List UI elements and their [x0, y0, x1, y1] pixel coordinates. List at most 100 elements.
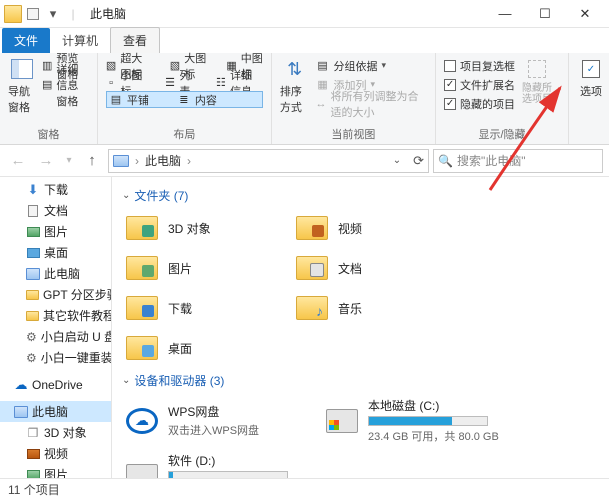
search-input[interactable]: 🔍 搜索"此电脑"	[433, 149, 603, 173]
address-bar: ← → ▾ ↑ › 此电脑 › ⌄ ⟳ 🔍 搜索"此电脑"	[0, 145, 609, 177]
hidden-items-toggle[interactable]: ✓隐藏的项目	[444, 95, 515, 112]
quick-access-toolbar: ▾ |	[4, 5, 82, 23]
folder-item[interactable]: 视频	[292, 208, 462, 248]
up-button[interactable]: ↑	[80, 149, 104, 173]
folder-item[interactable]: ♪音乐	[292, 288, 462, 328]
item-label: 下载	[168, 300, 192, 317]
item-label: 3D 对象	[168, 220, 211, 237]
folder-item[interactable]: 下载	[122, 288, 292, 328]
details-pane-button[interactable]: ▤详细信息窗格	[42, 76, 89, 93]
item-label: 视频	[338, 220, 362, 237]
folder-icon	[124, 292, 160, 324]
status-bar: 11 个项目	[0, 478, 609, 500]
group-label-show-hide: 显示/隐藏	[444, 124, 560, 142]
tree-label: 文档	[44, 202, 68, 219]
divider: |	[64, 5, 82, 23]
item-label: 桌面	[168, 340, 192, 357]
sidebar-item[interactable]: GPT 分区步骤	[0, 284, 111, 305]
tree-label: 图片	[44, 223, 68, 240]
navigation-pane-label: 导航窗格	[8, 83, 36, 115]
qat-dropdown-icon[interactable]: ▾	[44, 5, 62, 23]
cloud-icon: ☁	[124, 405, 160, 437]
hide-selected-button[interactable]: 隐藏所选项目	[521, 57, 553, 105]
group-label-layout: 布局	[106, 124, 263, 142]
folder-icon	[26, 288, 39, 302]
sidebar-item[interactable]: ⚙小白一键重装 Win10	[0, 347, 111, 368]
tab-file[interactable]: 文件	[2, 28, 50, 53]
address-field[interactable]: › 此电脑 › ⌄ ⟳	[108, 149, 429, 173]
properties-icon[interactable]	[24, 5, 42, 23]
sidebar-item[interactable]: 图片	[0, 221, 111, 242]
wps-drive-item[interactable]: ☁ WPS网盘双击进入WPS网盘	[122, 393, 322, 448]
folder-item[interactable]: 图片	[122, 248, 292, 288]
maximize-button[interactable]: ☐	[525, 0, 565, 28]
folder-icon	[294, 212, 330, 244]
drive-item[interactable]: 软件 (D:)154 GB 可用，共 158 GB	[122, 448, 322, 478]
navigation-pane-button[interactable]: 导航窗格	[8, 57, 36, 115]
item-label: WPS网盘	[168, 403, 320, 420]
item-sublabel: 23.4 GB 可用，共 80.0 GB	[368, 428, 520, 444]
sidebar-item[interactable]: 文档	[0, 200, 111, 221]
sidebar-item-this-pc[interactable]: 此电脑	[0, 401, 111, 422]
group-header-folders[interactable]: ⌄文件夹 (7)	[122, 187, 599, 204]
navigation-tree[interactable]: ⬇下载文档图片桌面此电脑GPT 分区步骤其它软件教程⚙小白启动 U 盘制作步⚙小…	[0, 177, 112, 478]
folder-item[interactable]: 3D 对象	[122, 208, 292, 248]
group-header-drives[interactable]: ⌄设备和驱动器 (3)	[122, 372, 599, 389]
sidebar-item[interactable]: ⚙小白启动 U 盘制作步	[0, 326, 111, 347]
item-sublabel: 双击进入WPS网盘	[168, 422, 320, 438]
item-label: 音乐	[338, 300, 362, 317]
tree-label: GPT 分区步骤	[43, 286, 112, 303]
sidebar-item[interactable]: ❒3D 对象	[0, 422, 111, 443]
capacity-bar	[368, 416, 488, 426]
sidebar-item[interactable]: 桌面	[0, 242, 111, 263]
item-label: 文档	[338, 260, 362, 277]
minimize-button[interactable]: —	[485, 0, 525, 28]
refresh-icon[interactable]: ⟳	[413, 153, 424, 169]
chevron-down-icon: ⌄	[122, 375, 130, 386]
cloud-icon: ☁	[14, 378, 28, 392]
pic-icon	[26, 468, 40, 479]
forward-button[interactable]: →	[34, 149, 58, 173]
item-label: 软件 (D:)	[168, 452, 320, 469]
sidebar-item[interactable]: ⬇下载	[0, 179, 111, 200]
sidebar-item[interactable]: 图片	[0, 464, 111, 478]
settings-icon: ⚙	[26, 351, 37, 365]
tree-label: 小白启动 U 盘制作步	[41, 328, 112, 345]
group-label-panes: 窗格	[8, 124, 89, 142]
item-label: 本地磁盘 (C:)	[368, 397, 520, 414]
file-extensions-toggle[interactable]: ✓文件扩展名	[444, 76, 515, 93]
chevron-right-icon[interactable]: ›	[135, 154, 139, 168]
chevron-down-icon: ⌄	[122, 190, 130, 201]
chevron-right-icon[interactable]: ›	[187, 154, 191, 168]
back-button[interactable]: ←	[6, 149, 30, 173]
search-icon: 🔍	[438, 154, 453, 168]
size-columns-button[interactable]: ↔将所有列调整为合适的大小	[316, 95, 427, 112]
sidebar-item[interactable]: 其它软件教程	[0, 305, 111, 326]
folder-item[interactable]: 桌面	[122, 328, 292, 368]
drive-icon	[124, 460, 160, 479]
window-title: 此电脑	[90, 5, 126, 22]
drive-item[interactable]: 本地磁盘 (C:) 23.4 GB 可用，共 80.0 GB	[322, 393, 522, 448]
capacity-bar	[168, 471, 288, 478]
folder-item[interactable]: 文档	[292, 248, 462, 288]
options-button[interactable]: ✓ 选项	[577, 57, 605, 99]
group-by-button[interactable]: ▤分组依据 ▾	[316, 57, 427, 74]
view-tiles[interactable]: ▤平铺 ≣内容	[106, 91, 263, 108]
content-pane[interactable]: ⌄文件夹 (7) 3D 对象 视频图片 文档下载 ♪音乐桌面 ⌄设备和驱动器 (3) ☁ WP…	[112, 177, 609, 478]
item-checkboxes-toggle[interactable]: 项目复选框	[444, 57, 515, 74]
desk-icon	[26, 246, 40, 260]
folder-icon	[4, 5, 22, 23]
sidebar-item[interactable]: 此电脑	[0, 263, 111, 284]
recent-locations-icon[interactable]: ▾	[62, 149, 76, 173]
close-button[interactable]: ✕	[565, 0, 605, 28]
sidebar-item-onedrive[interactable]: ☁OneDrive	[0, 374, 111, 395]
tree-label: 其它软件教程	[43, 307, 112, 324]
ribbon: 导航窗格 ▥预览窗格 ▤详细信息窗格 窗格 ▧超大图标 ▧大图标 ▦中图标 ▫小…	[0, 53, 609, 145]
addr-dropdown-icon[interactable]: ⌄	[393, 155, 401, 166]
pc-icon	[14, 405, 28, 419]
tree-label: 桌面	[44, 244, 68, 261]
breadcrumb[interactable]: 此电脑	[145, 152, 181, 169]
view-small-icons[interactable]: ▫小图标 ☰列表 ☷详细信息	[106, 74, 263, 91]
sort-by-button[interactable]: ⇅ 排序方式	[280, 57, 310, 115]
sidebar-item[interactable]: 视频	[0, 443, 111, 464]
